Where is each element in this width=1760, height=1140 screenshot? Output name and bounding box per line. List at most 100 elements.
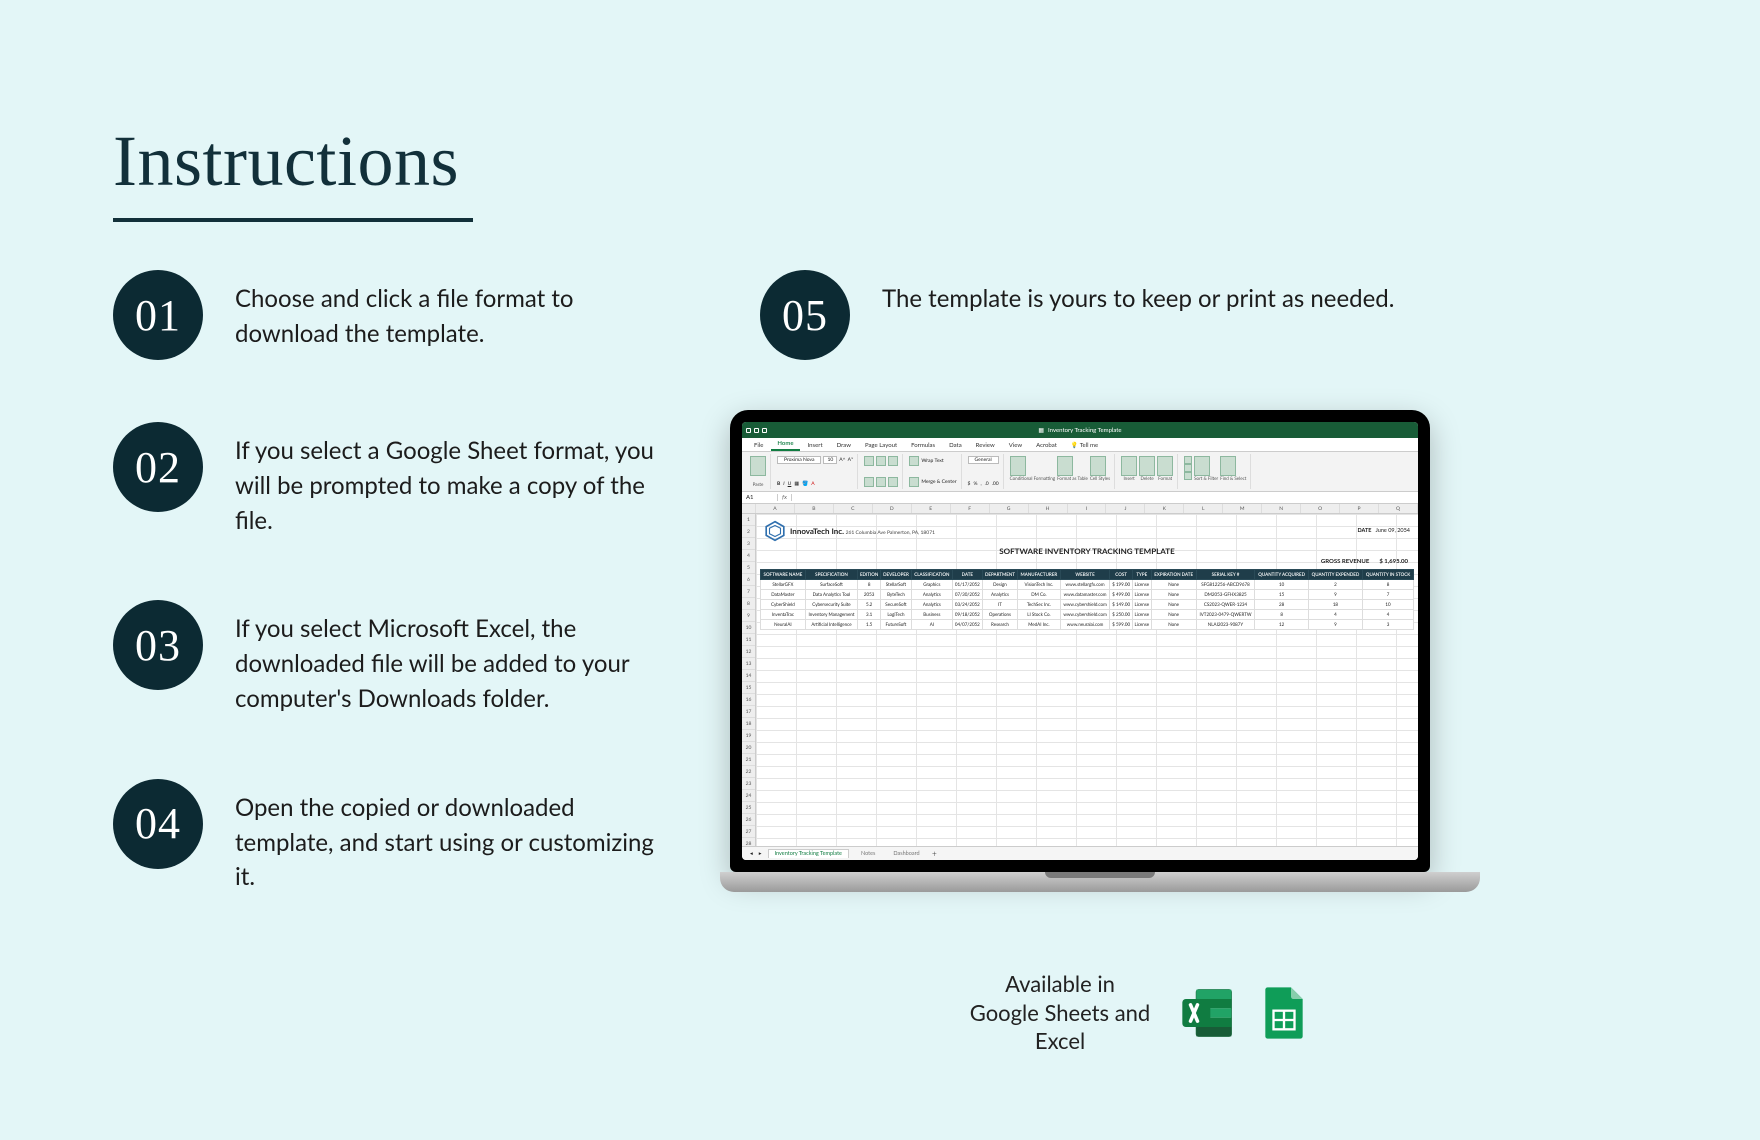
dec-dec-icon[interactable]: .00 [992, 481, 999, 487]
col-hdr[interactable]: P [1340, 504, 1379, 513]
col-hdr[interactable]: F [951, 504, 990, 513]
fill-color-icon[interactable]: 🪣 [802, 481, 808, 487]
table-cell[interactable]: 15 [1255, 590, 1308, 600]
sheet-tab-active[interactable]: Inventory Tracking Template [768, 849, 849, 858]
row-hdr[interactable]: 5 [742, 562, 755, 574]
sort-filter-icon[interactable] [1194, 456, 1210, 476]
table-cell[interactable]: None [1151, 600, 1196, 610]
underline-button[interactable]: U [788, 481, 792, 487]
row-hdr[interactable]: 26 [742, 814, 755, 826]
row-hdr[interactable]: 12 [742, 646, 755, 658]
table-cell[interactable]: License [1132, 590, 1151, 600]
table-cell[interactable]: ByteTech [881, 590, 912, 600]
table-cell[interactable]: StellarSoft [881, 580, 912, 590]
col-hdr[interactable]: E [912, 504, 951, 513]
table-cell[interactable]: 18 [1308, 600, 1362, 610]
table-cell[interactable]: 1.5 [858, 620, 881, 630]
table-cell[interactable]: Inventory Management [805, 610, 857, 620]
table-cell[interactable]: 10 [1363, 600, 1414, 610]
row-hdr[interactable]: 10 [742, 622, 755, 634]
conditional-formatting-icon[interactable] [1010, 456, 1026, 476]
table-cell[interactable]: License [1132, 600, 1151, 610]
row-hdr[interactable]: 20 [742, 742, 755, 754]
table-cell[interactable]: StellarGFX [761, 580, 806, 590]
row-hdr[interactable]: 13 [742, 658, 755, 670]
table-cell[interactable]: FutureSoft [881, 620, 912, 630]
table-cell[interactable]: IT [982, 600, 1017, 610]
new-sheet-icon[interactable]: ＋ [932, 850, 938, 858]
font-size-combo[interactable]: 10 [823, 456, 837, 464]
paste-icon[interactable] [750, 456, 766, 476]
table-cell[interactable]: 10 [1255, 580, 1308, 590]
table-cell[interactable]: $ 149.00 [1110, 600, 1132, 610]
table-cell[interactable]: LogiTech [881, 610, 912, 620]
table-cell[interactable]: 8 [1255, 610, 1308, 620]
row-hdr[interactable]: 6 [742, 574, 755, 586]
table-cell[interactable]: 2 [1308, 580, 1362, 590]
font-name-combo[interactable]: Proxima Nova [777, 456, 821, 464]
row-hdr[interactable]: 25 [742, 802, 755, 814]
table-cell[interactable]: DataMaster [761, 590, 806, 600]
align-icon[interactable] [876, 477, 886, 487]
col-hdr[interactable]: O [1301, 504, 1340, 513]
row-hdr[interactable]: 4 [742, 550, 755, 562]
row-hdr[interactable]: 28 [742, 838, 755, 846]
table-cell[interactable]: 04/07/2052 [952, 620, 982, 630]
row-hdr[interactable]: 17 [742, 706, 755, 718]
table-cell[interactable]: 07/30/2052 [952, 590, 982, 600]
row-hdr[interactable]: 3 [742, 538, 755, 550]
table-cell[interactable]: Business [911, 610, 952, 620]
align-icon[interactable] [888, 456, 898, 466]
table-cell[interactable]: www.datamaster.com [1060, 590, 1110, 600]
row-hdr[interactable]: 14 [742, 670, 755, 682]
table-cell[interactable]: TechSec Inc. [1018, 600, 1061, 610]
table-cell[interactable]: 09/18/2052 [952, 610, 982, 620]
table-cell[interactable]: $ 499.00 [1110, 590, 1132, 600]
row-hdr[interactable]: 23 [742, 778, 755, 790]
col-hdr[interactable]: B [795, 504, 834, 513]
table-cell[interactable]: Cybersecurity Suite [805, 600, 857, 610]
table-cell[interactable]: NLAI2023-9087Y [1196, 620, 1255, 630]
table-cell[interactable]: None [1151, 620, 1196, 630]
col-hdr[interactable]: D [873, 504, 912, 513]
sheet-nav-icon[interactable]: ▸ [759, 851, 762, 857]
table-cell[interactable]: LI Stock Co. [1018, 610, 1061, 620]
bold-button[interactable]: B [777, 481, 780, 487]
delete-cells-icon[interactable] [1139, 456, 1155, 476]
table-cell[interactable]: 4 [1363, 610, 1414, 620]
table-cell[interactable]: 2053 [858, 590, 881, 600]
table-cell[interactable]: SecureSoft [881, 600, 912, 610]
row-hdr[interactable]: 1 [742, 514, 755, 526]
table-cell[interactable]: None [1151, 590, 1196, 600]
tab-view[interactable]: View [1003, 440, 1028, 451]
table-cell[interactable]: DM Co. [1018, 590, 1061, 600]
col-hdr[interactable]: K [1145, 504, 1184, 513]
tab-insert[interactable]: Insert [802, 440, 829, 451]
col-hdr[interactable]: G [990, 504, 1029, 513]
table-cell[interactable]: None [1151, 580, 1196, 590]
table-cell[interactable]: VisionTech Inc. [1018, 580, 1061, 590]
table-cell[interactable]: 9 [1308, 620, 1362, 630]
row-hdr[interactable]: 22 [742, 766, 755, 778]
increase-font-icon[interactable]: A^ [839, 457, 845, 463]
table-cell[interactable]: CyberShield [761, 600, 806, 610]
table-cell[interactable]: Data Analytics Tool [805, 590, 857, 600]
col-hdr[interactable]: Q [1379, 504, 1418, 513]
table-cell[interactable]: Artificial Intelligence [805, 620, 857, 630]
fx-icon[interactable]: fx [778, 494, 792, 501]
table-cell[interactable]: MedAI Inc. [1018, 620, 1061, 630]
table-cell[interactable]: $ 250.00 [1110, 610, 1132, 620]
sheet-tab[interactable]: Dashboard [887, 850, 925, 858]
tab-formulas[interactable]: Formulas [905, 440, 941, 451]
col-hdr[interactable]: J [1106, 504, 1145, 513]
wrap-icon[interactable] [909, 456, 919, 466]
number-format-combo[interactable]: General [968, 456, 999, 464]
sheet-nav-icon[interactable]: ◂ [750, 851, 753, 857]
row-hdr[interactable]: 24 [742, 790, 755, 802]
table-cell[interactable]: AI [911, 620, 952, 630]
table-cell[interactable]: Operations [982, 610, 1017, 620]
tab-review[interactable]: Review [970, 440, 1001, 451]
col-hdr[interactable]: M [1223, 504, 1262, 513]
tab-page-layout[interactable]: Page Layout [859, 440, 903, 451]
comma-icon[interactable]: , [980, 481, 981, 487]
